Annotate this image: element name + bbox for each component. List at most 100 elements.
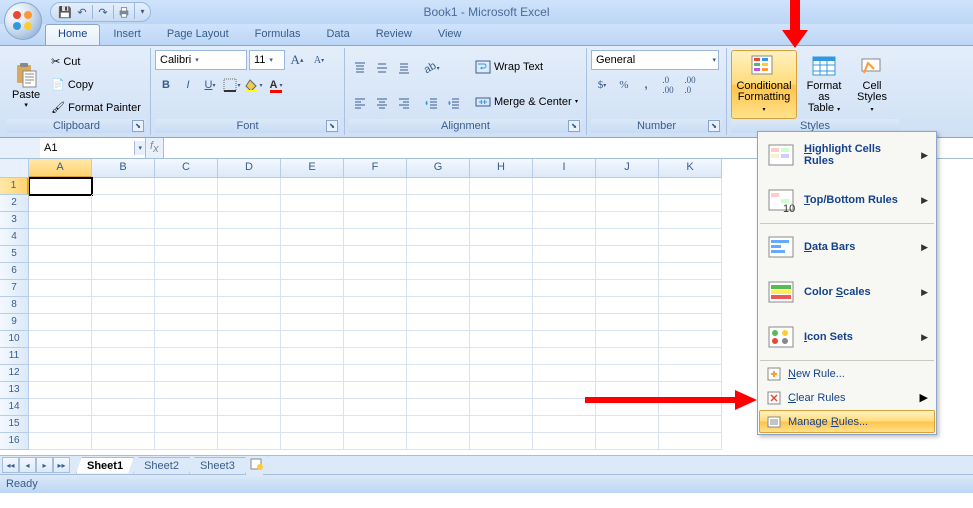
cell-C5[interactable] — [155, 246, 218, 263]
cell-A16[interactable] — [29, 433, 92, 450]
cell-I9[interactable] — [533, 314, 596, 331]
cell-I2[interactable] — [533, 195, 596, 212]
cell-J9[interactable] — [596, 314, 659, 331]
cell-I10[interactable] — [533, 331, 596, 348]
row-head-10[interactable]: 10 — [0, 331, 29, 348]
col-head-F[interactable]: F — [344, 159, 407, 178]
cell-K15[interactable] — [659, 416, 722, 433]
cell-G10[interactable] — [407, 331, 470, 348]
menu-color-scales[interactable]: Color Scales▶ — [759, 270, 935, 314]
row-head-14[interactable]: 14 — [0, 399, 29, 416]
cell-E9[interactable] — [281, 314, 344, 331]
cell-F9[interactable] — [344, 314, 407, 331]
cell-H5[interactable] — [470, 246, 533, 263]
font-color-button[interactable]: A▾ — [265, 74, 287, 96]
cell-D13[interactable] — [218, 382, 281, 399]
row-head-12[interactable]: 12 — [0, 365, 29, 382]
cell-F15[interactable] — [344, 416, 407, 433]
cell-K7[interactable] — [659, 280, 722, 297]
increase-indent-button[interactable] — [443, 92, 465, 114]
row-head-6[interactable]: 6 — [0, 263, 29, 280]
align-middle-button[interactable] — [371, 57, 393, 79]
cell-G5[interactable] — [407, 246, 470, 263]
row-head-11[interactable]: 11 — [0, 348, 29, 365]
cell-D1[interactable] — [218, 178, 281, 195]
cell-E14[interactable] — [281, 399, 344, 416]
cell-D16[interactable] — [218, 433, 281, 450]
row-head-2[interactable]: 2 — [0, 195, 29, 212]
cell-K12[interactable] — [659, 365, 722, 382]
menu-highlight-cells-rules[interactable]: Highlight Cells Rules▶ — [759, 133, 935, 177]
cell-H16[interactable] — [470, 433, 533, 450]
decrease-decimal-button[interactable]: .00.0 — [679, 74, 701, 96]
cell-B9[interactable] — [92, 314, 155, 331]
format-painter-button[interactable]: 🖌Format Painter — [47, 97, 146, 119]
cell-E16[interactable] — [281, 433, 344, 450]
col-head-K[interactable]: K — [659, 159, 722, 178]
cell-K11[interactable] — [659, 348, 722, 365]
border-button[interactable]: ▾ — [221, 74, 243, 96]
cell-K5[interactable] — [659, 246, 722, 263]
cell-B13[interactable] — [92, 382, 155, 399]
qat-save[interactable]: 💾 — [57, 4, 73, 20]
cell-C3[interactable] — [155, 212, 218, 229]
col-head-D[interactable]: D — [218, 159, 281, 178]
conditional-formatting-button[interactable]: ConditionalFormatting ▾ — [731, 50, 797, 119]
fx-icon[interactable]: fx — [150, 140, 159, 155]
cell-K1[interactable] — [659, 178, 722, 195]
cell-K2[interactable] — [659, 195, 722, 212]
menu-new-rule[interactable]: New Rule... — [759, 362, 935, 385]
cell-C16[interactable] — [155, 433, 218, 450]
cell-C14[interactable] — [155, 399, 218, 416]
cell-F12[interactable] — [344, 365, 407, 382]
cell-H8[interactable] — [470, 297, 533, 314]
cell-B14[interactable] — [92, 399, 155, 416]
row-head-3[interactable]: 3 — [0, 212, 29, 229]
cell-D7[interactable] — [218, 280, 281, 297]
number-format-combo[interactable]: General▾ — [591, 50, 719, 70]
select-all-corner[interactable] — [0, 159, 29, 178]
col-head-H[interactable]: H — [470, 159, 533, 178]
cell-C11[interactable] — [155, 348, 218, 365]
cell-A13[interactable] — [29, 382, 92, 399]
paste-button[interactable]: Paste ▾ — [7, 50, 45, 119]
cell-C13[interactable] — [155, 382, 218, 399]
cell-B16[interactable] — [92, 433, 155, 450]
cell-H15[interactable] — [470, 416, 533, 433]
cell-G3[interactable] — [407, 212, 470, 229]
cell-E11[interactable] — [281, 348, 344, 365]
cell-F3[interactable] — [344, 212, 407, 229]
cut-button[interactable]: ✂Cut — [47, 51, 146, 73]
cell-B10[interactable] — [92, 331, 155, 348]
cell-J3[interactable] — [596, 212, 659, 229]
qat-redo[interactable]: ↷ — [95, 4, 111, 20]
cell-B3[interactable] — [92, 212, 155, 229]
cell-H2[interactable] — [470, 195, 533, 212]
cell-B6[interactable] — [92, 263, 155, 280]
cell-D2[interactable] — [218, 195, 281, 212]
decrease-indent-button[interactable] — [421, 92, 443, 114]
cell-C7[interactable] — [155, 280, 218, 297]
row-head-9[interactable]: 9 — [0, 314, 29, 331]
menu-icon-sets[interactable]: Icon Sets▶ — [759, 315, 935, 359]
cell-B5[interactable] — [92, 246, 155, 263]
cell-F4[interactable] — [344, 229, 407, 246]
row-head-13[interactable]: 13 — [0, 382, 29, 399]
cell-A5[interactable] — [29, 246, 92, 263]
cell-D4[interactable] — [218, 229, 281, 246]
align-bottom-button[interactable] — [393, 57, 415, 79]
font-name-combo[interactable]: Calibri▾ — [155, 50, 247, 70]
row-head-16[interactable]: 16 — [0, 433, 29, 450]
cell-C9[interactable] — [155, 314, 218, 331]
row-head-4[interactable]: 4 — [0, 229, 29, 246]
cell-H6[interactable] — [470, 263, 533, 280]
name-box[interactable]: A1▾ — [40, 138, 146, 158]
cell-H10[interactable] — [470, 331, 533, 348]
copy-button[interactable]: 📄Copy — [47, 74, 146, 96]
cell-A8[interactable] — [29, 297, 92, 314]
format-as-table-button[interactable]: Formatas Table ▾ — [799, 50, 849, 119]
cell-F8[interactable] — [344, 297, 407, 314]
italic-button[interactable]: I — [177, 74, 199, 96]
cell-I1[interactable] — [533, 178, 596, 195]
cell-D12[interactable] — [218, 365, 281, 382]
